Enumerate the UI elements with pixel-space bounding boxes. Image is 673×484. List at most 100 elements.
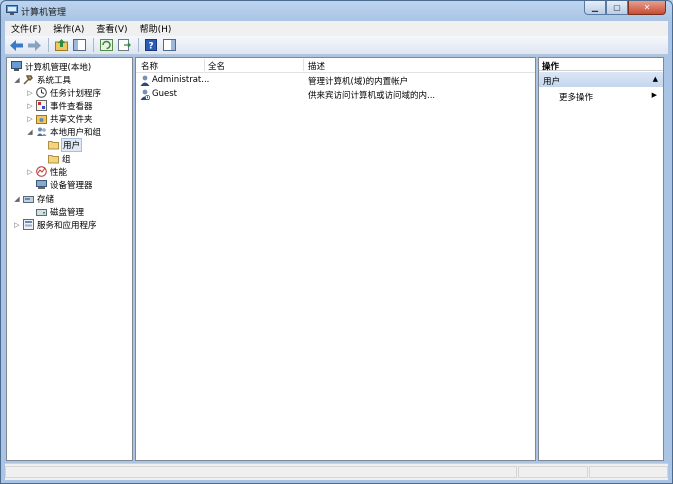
list-header: 名称 全名 描述 — [136, 58, 535, 73]
column-header-fullname[interactable]: 全名 — [208, 60, 225, 72]
actions-title: 操作 — [539, 58, 663, 72]
user-description: 管理计算机(域)的内置帐户 — [308, 77, 409, 87]
tree-item-disk-management[interactable]: 磁盘管理 — [34, 205, 85, 218]
properties-pane-icon — [162, 39, 176, 51]
tree-item-users[interactable]: 用户 — [46, 137, 83, 152]
device-manager-icon — [36, 180, 47, 189]
menu-help[interactable]: 帮助(H) — [134, 22, 178, 35]
maximize-button[interactable]: ▢ — [606, 1, 628, 15]
column-header-name[interactable]: 名称 — [141, 60, 158, 72]
event-viewer-icon — [36, 100, 47, 111]
status-bar-section — [589, 466, 668, 478]
toolbar-separator — [93, 38, 94, 52]
up-one-level-button[interactable] — [53, 38, 69, 53]
menu-action[interactable]: 操作(A) — [47, 22, 90, 35]
show-hide-tree-button[interactable] — [71, 38, 87, 53]
status-bar-section — [5, 466, 517, 478]
back-button[interactable] — [8, 38, 24, 53]
collapse-arrow-icon[interactable]: ◢ — [26, 128, 34, 136]
tree-item-device-manager[interactable]: 设备管理器 — [34, 178, 94, 191]
tree-item-label: 服务和应用程序 — [37, 220, 97, 231]
tree-item-label: 计算机管理(本地) — [25, 62, 92, 73]
submenu-arrow-icon: ▶ — [651, 91, 657, 99]
forward-button[interactable] — [26, 38, 42, 53]
tree-item-label: 共享文件夹 — [50, 114, 93, 125]
services-apps-icon — [23, 219, 34, 230]
tree-item-computer-management[interactable]: 计算机管理(本地) — [9, 60, 92, 73]
menu-file[interactable]: 文件(F) — [5, 22, 47, 35]
tree-item-label: 组 — [62, 154, 71, 165]
column-header-description[interactable]: 描述 — [308, 60, 325, 72]
window-title: 计算机管理 — [21, 8, 67, 18]
maximize-icon: ▢ — [613, 3, 621, 12]
actions-group-users[interactable]: 用户 ▲ — [539, 72, 663, 87]
collapse-arrow-icon[interactable]: ◢ — [13, 195, 21, 203]
tree-item-label: 性能 — [50, 167, 68, 178]
users-list-pane[interactable]: 名称 全名 描述 Administrat... 管理计算机(域)的内置帐户 Gu… — [135, 57, 536, 461]
status-bar-section — [518, 466, 588, 478]
show-hide-action-pane-button[interactable] — [161, 38, 177, 53]
expand-arrow-icon[interactable]: ▷ — [26, 102, 34, 110]
toolbar-separator — [48, 38, 49, 52]
more-actions-item[interactable]: 更多操作 ▶ — [559, 91, 659, 103]
export-list-button[interactable] — [116, 38, 132, 53]
console-tree-pane[interactable]: 计算机管理(本地) ◢ 系统工具 ▷ 任务计划程序 ▷ 事件查看器 ▷ 共享文件… — [6, 57, 133, 461]
tree-item-event-viewer[interactable]: ▷ 事件查看器 — [26, 99, 94, 112]
tree-item-performance[interactable]: ▷ 性能 — [26, 165, 68, 178]
list-item[interactable]: Administrat... 管理计算机(域)的内置帐户 — [136, 74, 535, 87]
user-description: 供来宾访问计算机或访问域的内... — [308, 91, 436, 101]
expand-arrow-icon[interactable]: ▷ — [26, 168, 34, 176]
refresh-icon — [99, 39, 113, 51]
up-folder-icon — [54, 39, 68, 51]
close-button[interactable]: ✕ — [628, 1, 666, 15]
toolbar-separator — [138, 38, 139, 52]
folder-icon — [48, 141, 59, 150]
expand-arrow-icon[interactable]: ▷ — [13, 221, 21, 229]
minimize-icon: ▁ — [591, 3, 599, 12]
actions-group-label: 用户 — [543, 77, 561, 87]
tree-item-label: 存储 — [37, 194, 55, 205]
performance-icon — [36, 166, 47, 177]
list-item[interactable]: Guest 供来宾访问计算机或访问域的内... — [136, 88, 535, 101]
title-bar[interactable]: 计算机管理 ▁ ▢ ✕ — [1, 1, 672, 21]
storage-icon — [23, 196, 34, 203]
column-divider[interactable] — [204, 59, 205, 71]
expand-arrow-icon[interactable]: ▷ — [26, 115, 34, 123]
collapse-up-icon[interactable]: ▲ — [653, 75, 658, 83]
tree-item-label: 设备管理器 — [50, 180, 93, 191]
menu-view[interactable]: 查看(V) — [90, 22, 133, 35]
computer-management-window: 计算机管理 ▁ ▢ ✕ 文件(F) 操作(A) 查看(V) 帮助(H) ? 计算… — [0, 0, 673, 484]
folder-icon — [48, 155, 59, 164]
tree-item-shared-folders[interactable]: ▷ 共享文件夹 — [26, 112, 94, 125]
system-tools-icon — [23, 75, 33, 85]
back-icon — [9, 39, 23, 51]
expand-arrow-icon[interactable]: ▷ — [26, 89, 34, 97]
task-scheduler-icon — [36, 87, 47, 98]
tree-item-services-apps[interactable]: ▷ 服务和应用程序 — [13, 218, 98, 231]
local-users-groups-icon — [37, 127, 47, 136]
user-disabled-icon — [140, 89, 150, 100]
computer-management-icon — [11, 61, 22, 71]
tree-item-local-users-groups[interactable]: ◢ 本地用户和组 — [26, 125, 102, 138]
svg-text:?: ? — [148, 42, 153, 52]
minimize-button[interactable]: ▁ — [584, 1, 606, 15]
tree-item-groups[interactable]: 组 — [46, 152, 72, 165]
user-icon — [140, 75, 150, 86]
more-actions-label: 更多操作 — [559, 93, 594, 103]
tree-item-label: 任务计划程序 — [50, 88, 102, 99]
menu-bar: 文件(F) 操作(A) 查看(V) 帮助(H) — [5, 21, 668, 37]
tree-item-label: 本地用户和组 — [50, 127, 102, 138]
actions-pane: 操作 用户 ▲ 更多操作 ▶ — [538, 57, 664, 461]
tree-item-storage[interactable]: ◢ 存储 — [13, 192, 55, 205]
show-hide-tree-icon — [72, 39, 86, 51]
help-button[interactable]: ? — [143, 38, 159, 53]
tree-item-task-scheduler[interactable]: ▷ 任务计划程序 — [26, 86, 102, 99]
help-icon: ? — [145, 39, 157, 51]
tree-item-label: 磁盘管理 — [50, 207, 85, 218]
tree-item-system-tools[interactable]: ◢ 系统工具 — [13, 73, 72, 86]
user-name: Administrat... — [152, 75, 210, 85]
collapse-arrow-icon[interactable]: ◢ — [13, 76, 21, 84]
column-divider[interactable] — [303, 59, 304, 71]
refresh-button[interactable] — [98, 38, 114, 53]
forward-icon — [27, 39, 41, 51]
